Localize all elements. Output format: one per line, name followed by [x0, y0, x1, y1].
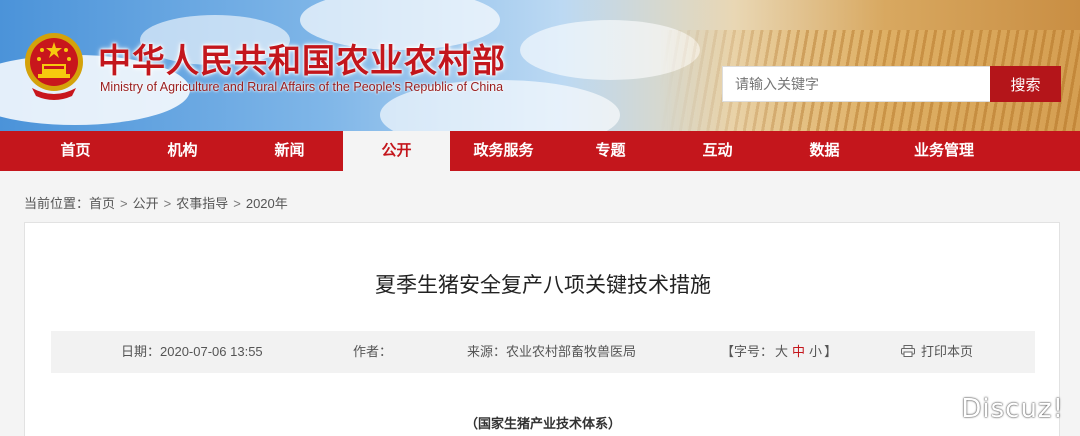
article-meta-bar: 日期：2020-07-06 13:55 作者： 来源：农业农村部畜牧兽医局 【字… [51, 331, 1035, 373]
site-title: 中华人民共和国农业农村部 [98, 41, 506, 80]
search-input[interactable] [722, 66, 990, 102]
nav-item-news[interactable]: 新闻 [236, 131, 343, 171]
nav-item-topics[interactable]: 专题 [557, 131, 664, 171]
breadcrumb-year-2020[interactable]: 2020年 [246, 196, 288, 211]
date-label: 日期： [121, 344, 161, 359]
breadcrumb-separator: > [163, 196, 172, 211]
breadcrumb-farming-guidance[interactable]: 农事指导 [176, 196, 228, 211]
article-organization: （国家生猪产业技术体系） [464, 416, 621, 431]
nav-item-public[interactable]: 公开 [343, 131, 450, 171]
date-value: 2020-07-06 13:55 [160, 344, 263, 359]
font-size-label: 【字号： [721, 344, 774, 359]
discuz-watermark: Discuz! [961, 394, 1064, 424]
font-size-close-bracket: 】 [824, 344, 838, 359]
search-button[interactable]: 搜索 [990, 66, 1061, 102]
nav-item-home[interactable]: 首页 [22, 131, 129, 171]
font-size-medium[interactable]: 中 [792, 344, 805, 359]
nav-item-business-management[interactable]: 业务管理 [878, 131, 1010, 171]
printer-icon [901, 345, 915, 357]
nav-item-government-services[interactable]: 政务服务 [450, 131, 557, 171]
author-label: 作者： [353, 344, 393, 359]
breadcrumb-public[interactable]: 公开 [133, 196, 159, 211]
font-size-large[interactable]: 大 [775, 344, 788, 359]
nav-item-interaction[interactable]: 互动 [664, 131, 771, 171]
site-title-english: Ministry of Agriculture and Rural Affair… [100, 80, 504, 94]
national-emblem-icon [25, 33, 83, 100]
breadcrumb: 当前位置：首页 > 公开 > 农事指导 >2020年 [24, 193, 288, 212]
print-page-button[interactable]: 打印本页 [901, 331, 973, 373]
article-source: 来源：农业农村部畜牧兽医局 [467, 331, 636, 373]
article-title: 夏季生猪安全复产八项关键技术措施 [375, 273, 711, 297]
breadcrumb-prefix: 当前位置： [24, 196, 90, 211]
breadcrumb-separator: > [120, 196, 128, 211]
breadcrumb-separator: > [233, 196, 241, 211]
nav-item-organization[interactable]: 机构 [129, 131, 236, 171]
main-nav: 首页 机构 新闻 公开 政务服务 专题 互动 数据 业务管理 [0, 131, 1080, 171]
print-label: 打印本页 [921, 344, 974, 359]
font-size-small[interactable]: 小 [809, 344, 822, 359]
article-date: 日期：2020-07-06 13:55 [121, 331, 263, 373]
source-label: 来源： [467, 344, 507, 359]
source-value: 农业农村部畜牧兽医局 [506, 344, 637, 359]
breadcrumb-home[interactable]: 首页 [89, 196, 115, 211]
header-banner: 中华人民共和国农业农村部 Ministry of Agriculture and… [0, 0, 1080, 131]
article-panel: 夏季生猪安全复产八项关键技术措施 日期：2020-07-06 13:55 作者：… [24, 222, 1060, 436]
nav-item-data[interactable]: 数据 [771, 131, 878, 171]
font-size-control: 【字号：大中小】 [721, 331, 837, 373]
